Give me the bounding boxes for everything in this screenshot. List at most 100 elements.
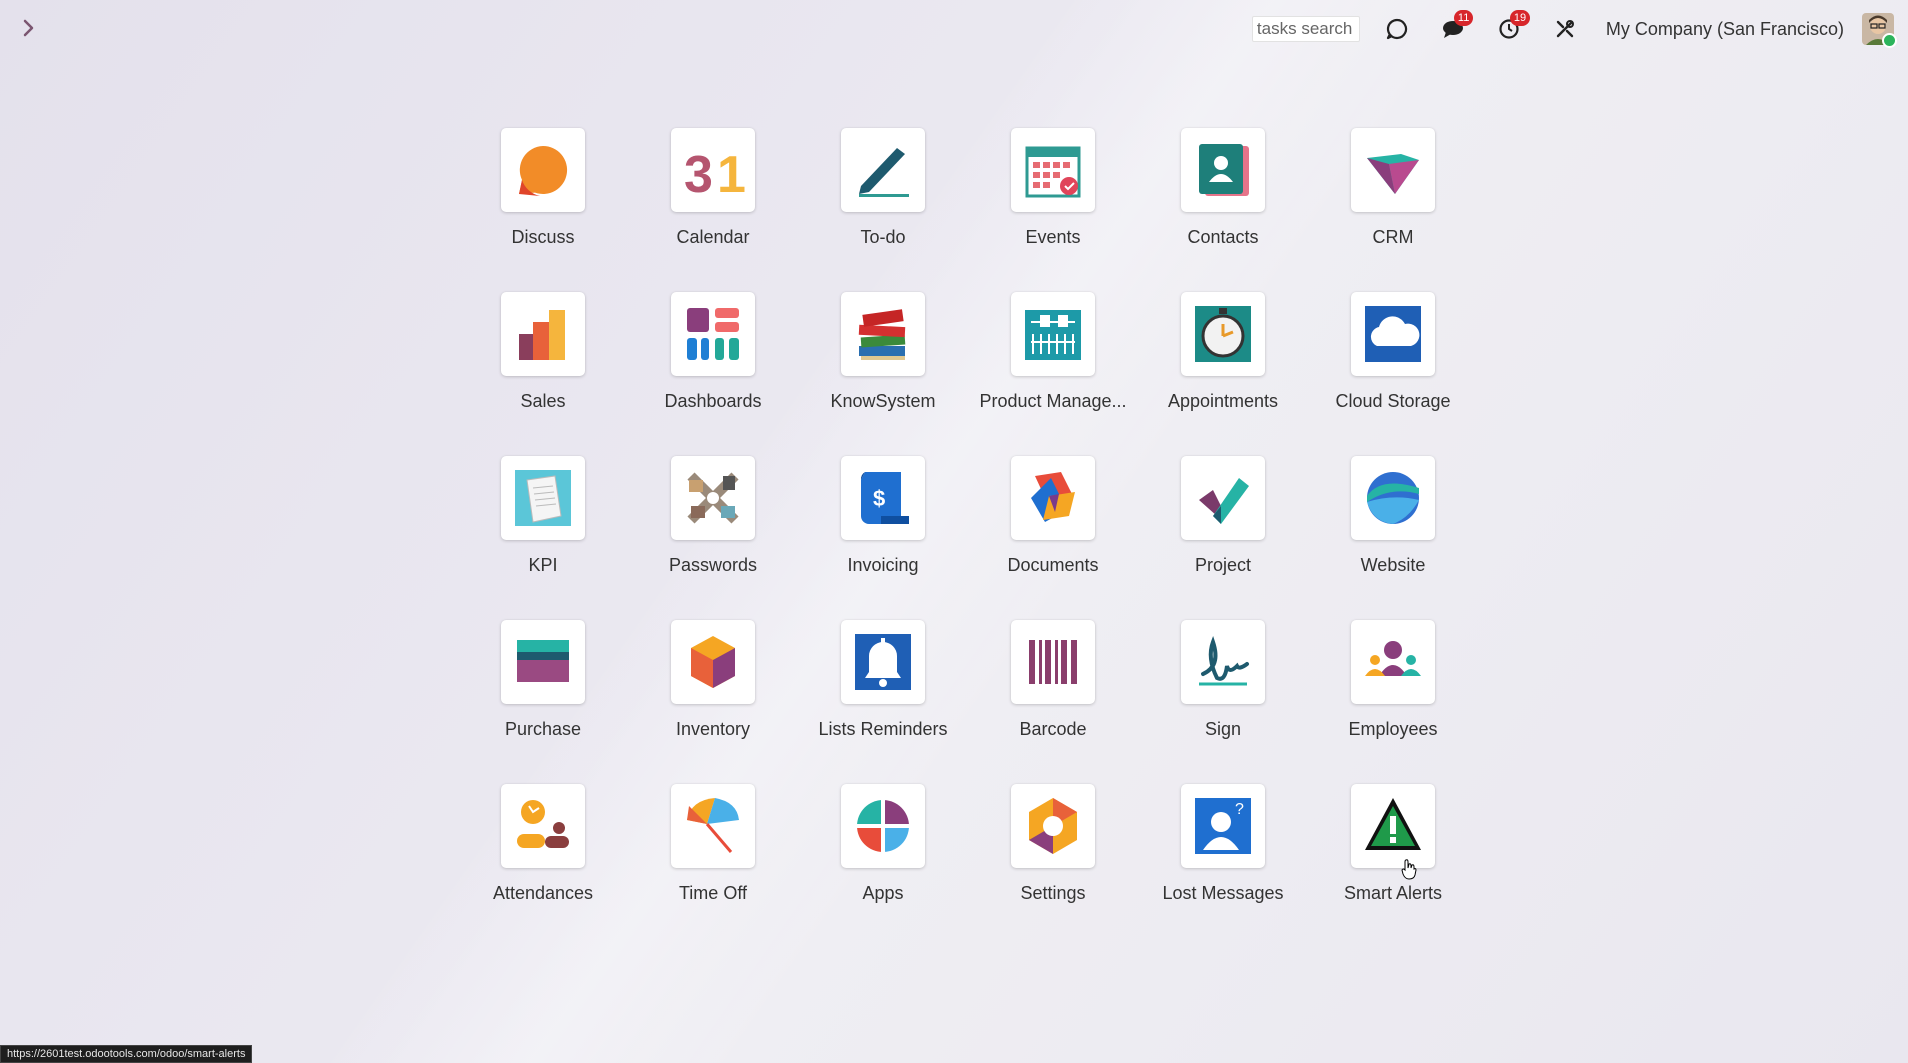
app-label: Events (1025, 227, 1081, 247)
app-label: Barcode (1019, 719, 1087, 739)
app-label: Sales (520, 391, 566, 411)
app-tile-appointments[interactable]: Appointments (1138, 292, 1308, 456)
app-label: Time Off (678, 883, 747, 903)
sales-icon[interactable] (501, 292, 585, 376)
app-label: Appointments (1167, 391, 1279, 411)
discuss-icon[interactable] (501, 128, 585, 212)
svg-text:$: $ (873, 486, 885, 511)
website-icon[interactable] (1351, 456, 1435, 540)
time-off-icon[interactable] (671, 784, 755, 868)
app-label: Dashboards (664, 391, 762, 411)
mouse-cursor-icon (1400, 858, 1418, 885)
app-tile-inventory[interactable]: Inventory (628, 620, 798, 784)
events-icon[interactable] (1011, 128, 1095, 212)
appointments-icon[interactable] (1181, 292, 1265, 376)
app-tile-events[interactable]: Events (968, 128, 1138, 292)
top-navbar: 11 19 My Company (San Francisco) (1251, 0, 1908, 58)
lost-messages-icon[interactable]: ? (1181, 784, 1265, 868)
passwords-icon[interactable] (671, 456, 755, 540)
attendances-icon[interactable] (501, 784, 585, 868)
documents-icon[interactable] (1011, 456, 1095, 540)
purchase-icon[interactable] (501, 620, 585, 704)
app-label: Purchase (504, 719, 582, 739)
app-tile-dashboards[interactable]: Dashboards (628, 292, 798, 456)
app-label: Website (1360, 555, 1426, 575)
app-tile-contacts[interactable]: Contacts (1138, 128, 1308, 292)
sidebar-toggle-chevron-icon[interactable] (18, 14, 40, 42)
apps-icon[interactable] (841, 784, 925, 868)
app-label: CRM (1372, 227, 1414, 247)
app-tile-crm[interactable]: CRM (1308, 128, 1478, 292)
contacts-icon[interactable] (1181, 128, 1265, 212)
app-tile-smart-alerts[interactable]: Smart Alerts (1308, 784, 1478, 948)
app-label: Settings (1020, 883, 1086, 903)
company-switcher[interactable]: My Company (San Francisco) (1606, 19, 1844, 40)
app-tile-sign[interactable]: Sign (1138, 620, 1308, 784)
project-icon[interactable] (1181, 456, 1265, 540)
app-tile-knowsystem[interactable]: KnowSystem (798, 292, 968, 456)
app-tile-attendances[interactable]: Attendances (458, 784, 628, 948)
app-tile-barcode[interactable]: Barcode (968, 620, 1138, 784)
todo-icon[interactable] (841, 128, 925, 212)
app-tile-purchase[interactable]: Purchase (458, 620, 628, 784)
employees-icon[interactable] (1351, 620, 1435, 704)
calendar-icon[interactable]: 31 (671, 128, 755, 212)
app-tile-calendar[interactable]: 3 1 Calendar (628, 128, 798, 292)
lists-reminders-icon[interactable] (841, 620, 925, 704)
invoicing-icon[interactable]: $ (841, 456, 925, 540)
product-management-icon[interactable] (1011, 292, 1095, 376)
cloud-storage-icon[interactable] (1351, 292, 1435, 376)
barcode-icon[interactable] (1011, 620, 1095, 704)
app-tile-discuss[interactable]: Discuss (458, 128, 628, 292)
app-label: Sign (1204, 719, 1242, 739)
app-label: Attendances (492, 883, 594, 903)
app-tile-passwords[interactable]: Passwords (628, 456, 798, 620)
messages-icon[interactable]: 11 (1438, 10, 1474, 44)
knowsystem-icon[interactable] (841, 292, 925, 376)
app-grid: Discuss 3 1 Calendar To-do Events Contacts CRM S… (458, 128, 1478, 948)
app-tile-cloud-storage[interactable]: Cloud Storage (1308, 292, 1478, 456)
dashboards-icon[interactable] (671, 292, 755, 376)
voip-phone-icon[interactable] (1382, 14, 1412, 44)
app-label: Lists Reminders (818, 719, 948, 739)
activities-count-badge: 19 (1509, 10, 1531, 26)
app-tile-time-off[interactable]: Time Off (628, 784, 798, 948)
messages-count-badge: 11 (1453, 10, 1474, 26)
app-tile-todo[interactable]: To-do (798, 128, 968, 292)
app-tile-lists-reminders[interactable]: Lists Reminders (798, 620, 968, 784)
tasks-search-input[interactable] (1251, 16, 1360, 42)
settings-icon[interactable] (1011, 784, 1095, 868)
smart-alerts-icon[interactable] (1351, 784, 1435, 868)
app-label: Contacts (1187, 227, 1259, 247)
app-label: KPI (528, 555, 558, 575)
app-tile-kpi[interactable]: KPI (458, 456, 628, 620)
app-label: Apps (862, 883, 904, 903)
user-avatar[interactable] (1862, 13, 1897, 48)
online-status-dot (1882, 33, 1897, 48)
app-label: Project (1194, 555, 1252, 575)
app-label: Documents (1007, 555, 1099, 575)
inventory-icon[interactable] (671, 620, 755, 704)
app-tile-product-management[interactable]: Product Manage... (968, 292, 1138, 456)
app-label: Smart Alerts (1343, 883, 1443, 903)
app-label: Invoicing (847, 555, 919, 575)
app-label: Inventory (675, 719, 751, 739)
app-tile-website[interactable]: Website (1308, 456, 1478, 620)
activities-clock-icon[interactable]: 19 (1494, 10, 1531, 44)
sign-icon[interactable] (1181, 620, 1265, 704)
svg-text:?: ? (1235, 801, 1244, 818)
app-tile-invoicing[interactable]: $ Invoicing (798, 456, 968, 620)
app-tile-project[interactable]: Project (1138, 456, 1308, 620)
app-tile-sales[interactable]: Sales (458, 292, 628, 456)
app-label: Passwords (668, 555, 758, 575)
app-tile-apps[interactable]: Apps (798, 784, 968, 948)
app-label: Cloud Storage (1335, 391, 1451, 411)
debug-tools-icon[interactable] (1550, 14, 1580, 44)
app-tile-settings[interactable]: Settings (968, 784, 1138, 948)
crm-icon[interactable] (1351, 128, 1435, 212)
app-tile-employees[interactable]: Employees (1308, 620, 1478, 784)
app-label: To-do (860, 227, 906, 247)
kpi-icon[interactable] (501, 456, 585, 540)
app-tile-lost-messages[interactable]: ? Lost Messages (1138, 784, 1308, 948)
app-tile-documents[interactable]: Documents (968, 456, 1138, 620)
